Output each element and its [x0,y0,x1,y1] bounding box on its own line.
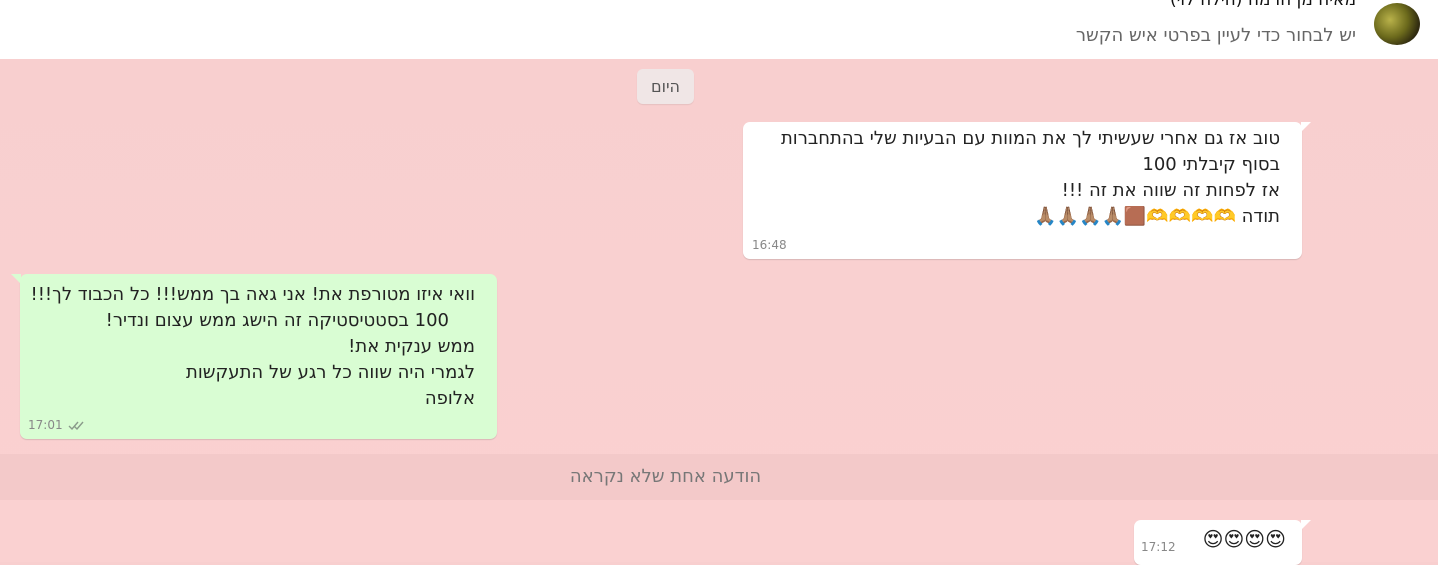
incoming-message-bubble[interactable]: וואי איזו מטורפת את! אני גאה בך ממש!!! כ… [11,274,497,439]
message-text: 😍😍😍😍 [1203,526,1286,552]
message-time: 16:48 [752,238,787,252]
date-divider: היום [637,69,694,104]
contact-info-hint[interactable]: יש לבחור כדי לעיין בפרטי איש הקשר [1076,25,1356,46]
unread-messages-divider: הודעה אחת שלא נקראה [0,454,1438,500]
message-text: טוב אז גם אחרי שעשיתי לך את המוות עם הבע… [781,126,1280,230]
message-line: תודה 🫶🫶🫶🫶🟫🙏🏽🙏🏽🙏🏽🙏🏽 [1034,206,1280,227]
bubble-tail [1301,520,1311,530]
message-line: 100 בסטטיסטיקה זה הישג ממש עצום ונדיר! [105,310,449,331]
double-check-icon [68,421,84,431]
message-line: אז לפחות זה שווה את זה !!! [1061,180,1280,201]
message-line: ממש ענקית את! [348,336,475,357]
unread-notice-text: הודעה אחת שלא נקראה [569,466,762,487]
message-line: וואי איזו מטורפת את! אני גאה בך ממש!!! כ… [30,284,476,305]
message-time: 17:12 [1141,540,1176,554]
chat-header[interactable]: מאיה מן הרמה (הילה לוי) יש לבחור כדי לעי… [0,0,1438,59]
message-list[interactable]: היום טוב אז גם אחרי שעשיתי לך את המוות ע… [0,59,1438,565]
message-line: בסוף קיבלתי 100 [1142,154,1280,175]
message-time: 17:01 [28,418,63,432]
outgoing-message-bubble[interactable]: טוב אז גם אחרי שעשיתי לך את המוות עם הבע… [743,122,1311,259]
bubble-tail [11,274,21,284]
message-line: טוב אז גם אחרי שעשיתי לך את המוות עם הבע… [780,128,1280,149]
message-line: לגמרי היה שווה כל רגע של התעקשות [186,362,475,383]
message-text: וואי איזו מטורפת את! אני גאה בך ממש!!! כ… [31,282,476,412]
contact-name[interactable]: מאיה מן הרמה (הילה לוי) [1170,0,1356,10]
message-line: 😍😍😍😍 [1202,527,1286,551]
contact-avatar[interactable] [1374,3,1420,45]
message-line: אלופה [424,388,475,409]
outgoing-message-bubble[interactable]: 😍😍😍😍 17:12 [1134,520,1311,565]
bubble-tail [1301,122,1311,132]
